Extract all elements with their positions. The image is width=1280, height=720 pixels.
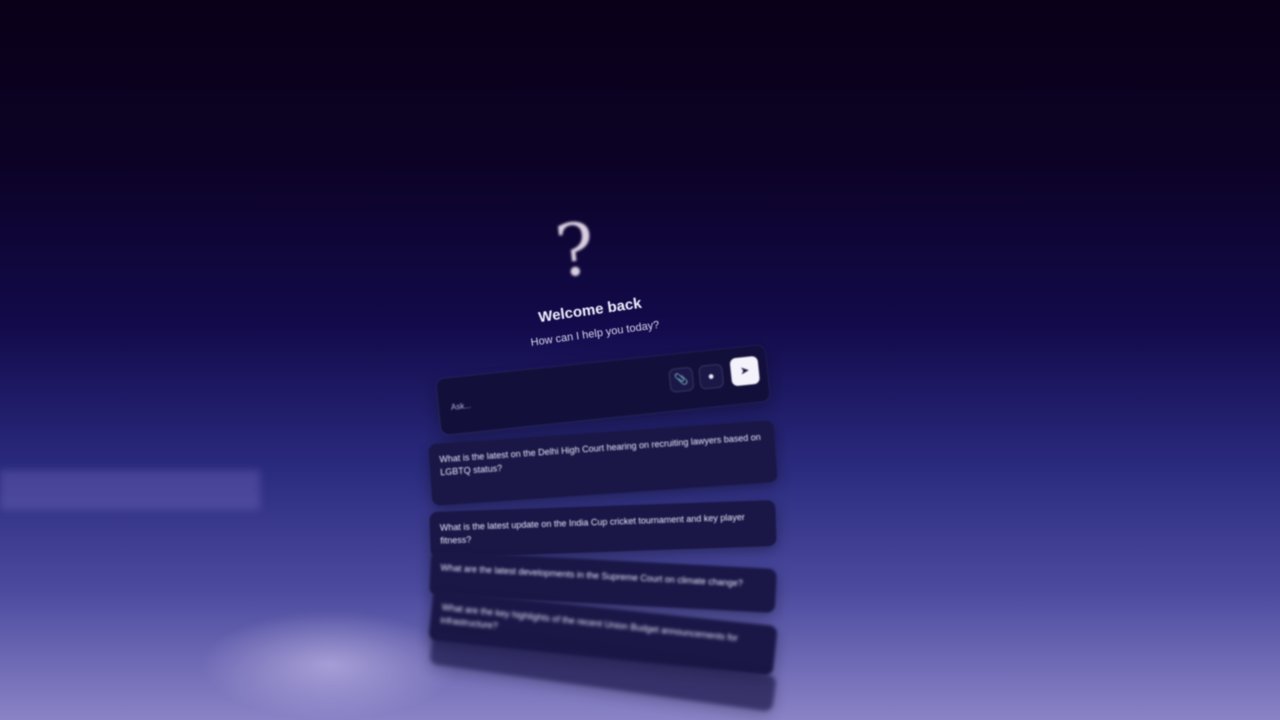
suggestion-card[interactable]: What is the latest update on the India C…	[429, 499, 777, 559]
suggestion-card[interactable]: What is the latest on the Delhi High Cou…	[428, 420, 778, 506]
prompt-composer: 📎 ● ➤	[435, 344, 771, 436]
question-mark-icon: ?	[551, 206, 599, 294]
prompt-input[interactable]	[448, 380, 653, 414]
background-glow-left	[0, 470, 260, 510]
voice-button[interactable]: ●	[698, 363, 725, 390]
paperclip-icon: 📎	[673, 373, 689, 387]
attach-button[interactable]: 📎	[668, 366, 695, 393]
chat-start-screen: ? Welcome back How can I help you today?…	[428, 206, 780, 712]
send-icon: ➤	[739, 364, 751, 378]
background-glow-bottom	[200, 610, 460, 720]
microphone-icon: ●	[707, 370, 716, 383]
send-button[interactable]: ➤	[729, 355, 761, 387]
